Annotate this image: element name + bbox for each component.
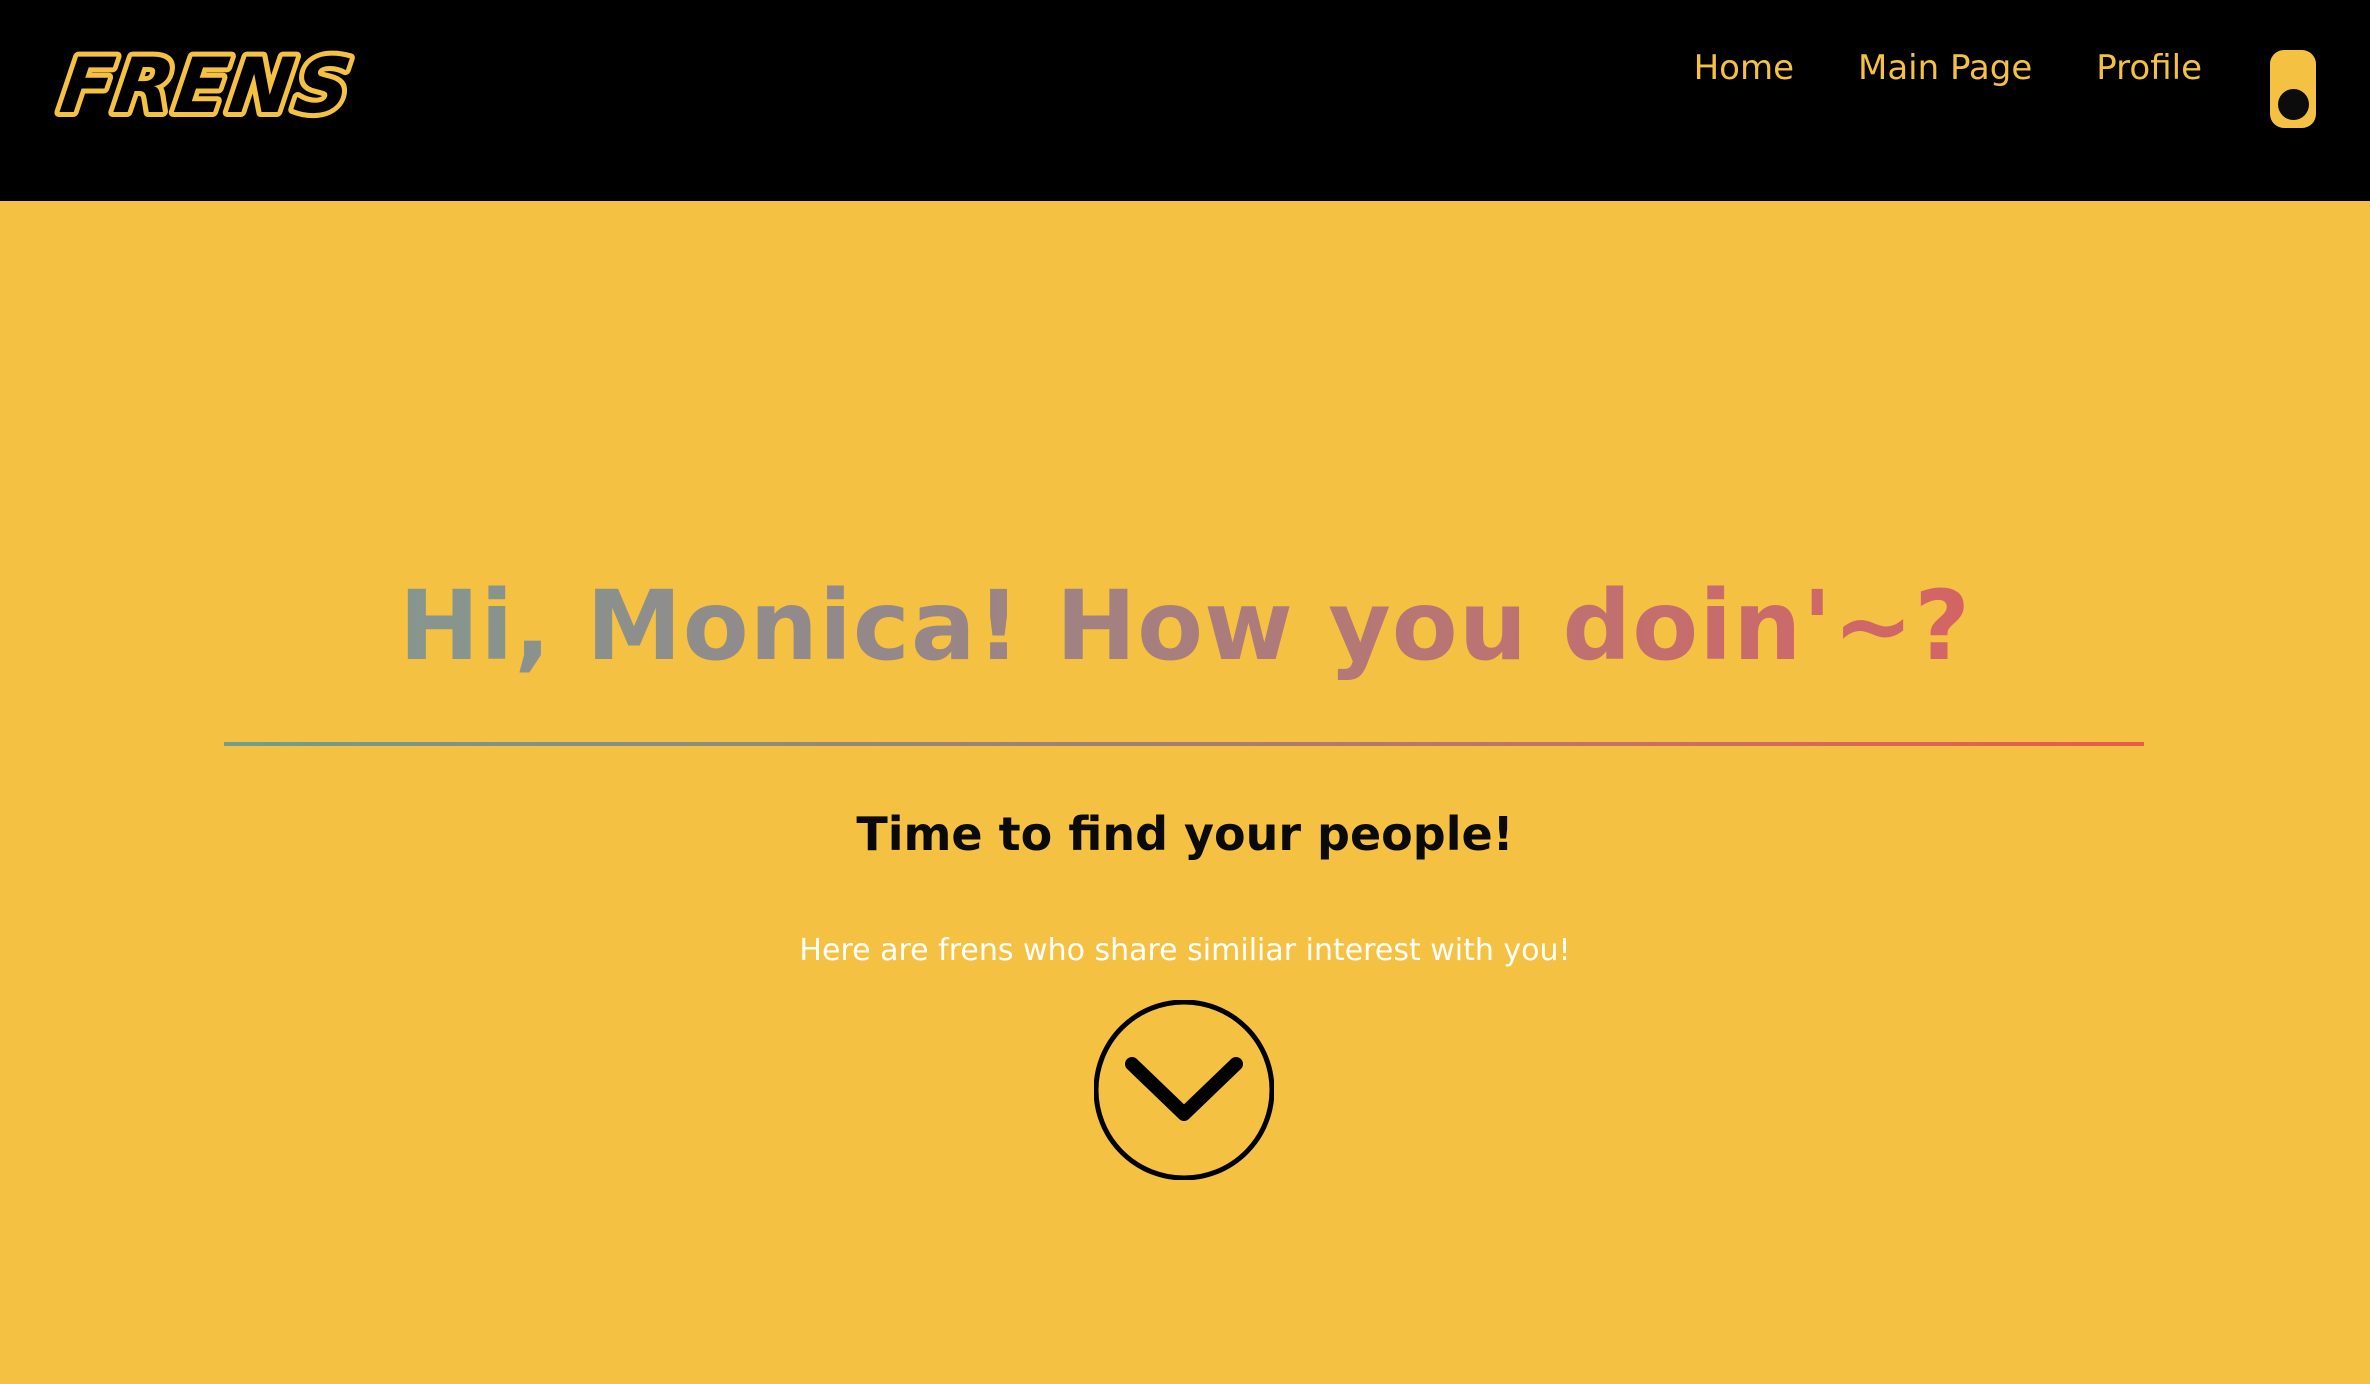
- logo-text: FRENS: [55, 42, 358, 131]
- frens-logo[interactable]: FRENS: [50, 37, 363, 136]
- theme-toggle-switch[interactable]: [2270, 50, 2316, 128]
- frens-logo-wordmark: FRENS: [50, 37, 363, 136]
- scroll-down-button[interactable]: [1093, 999, 1275, 1181]
- nav-link-home[interactable]: Home: [1694, 42, 1794, 94]
- nav-link-profile[interactable]: Profile: [2096, 42, 2202, 94]
- top-navbar: FRENS Home Main Page Profile: [0, 0, 2370, 201]
- section-subtitle: Time to find your people!: [856, 807, 1514, 861]
- gradient-divider: [224, 742, 2144, 746]
- toggle-knob: [2278, 89, 2309, 120]
- chevron-down-circle-icon: [1093, 999, 1275, 1181]
- nav-link-main-page[interactable]: Main Page: [1858, 42, 2032, 94]
- greeting-heading: Hi, Monica! How you doin'~?: [0, 566, 2370, 686]
- greeting-text: Hi, Monica! How you doin'~?: [399, 570, 1971, 682]
- nav-links: Home Main Page Profile: [1694, 42, 2202, 94]
- section-description: Here are frens who share similiar intere…: [799, 933, 1571, 968]
